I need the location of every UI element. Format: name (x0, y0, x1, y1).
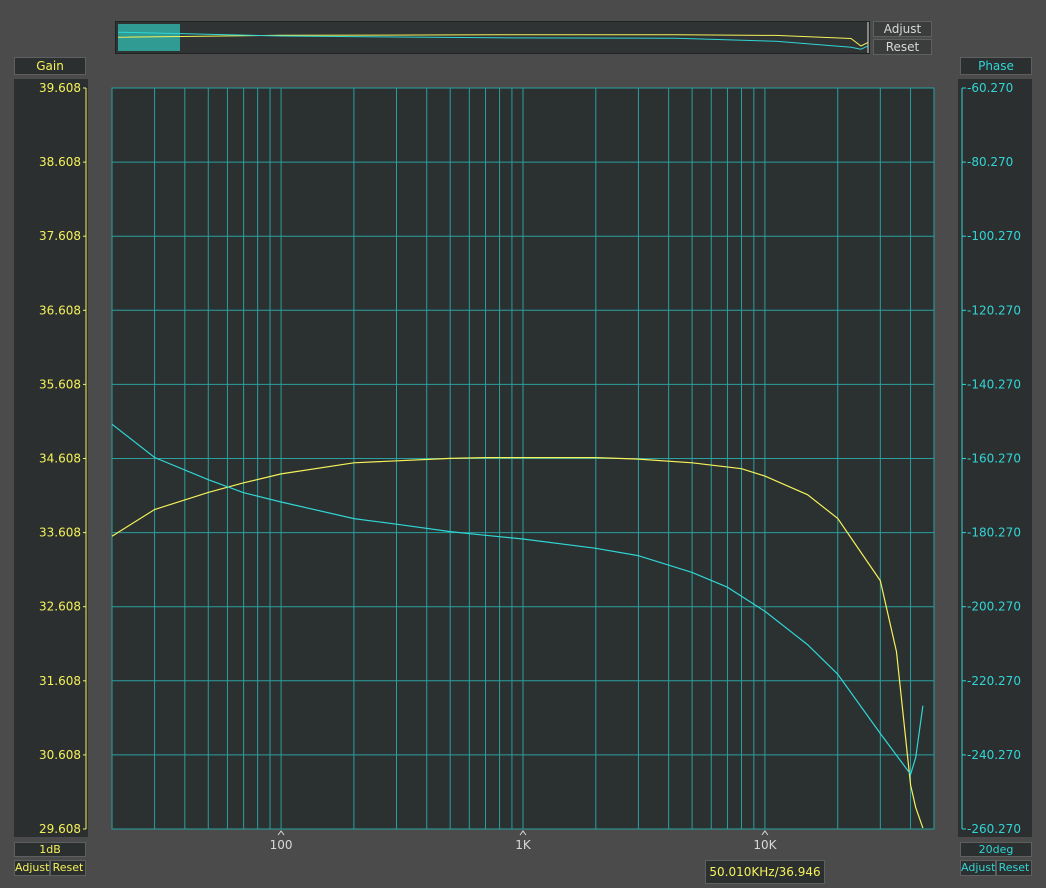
phase-tick-label: -200.270 (967, 600, 1021, 614)
gain-tick-label: 34.608 (39, 452, 81, 466)
phase-tick-label: -260.270 (967, 822, 1021, 836)
gain-tick-label: 38.608 (39, 155, 81, 169)
gain-tick-label: 31.608 (39, 674, 81, 688)
phase-tick-label: -80.270 (967, 155, 1013, 169)
gain-tick-label: 29.608 (39, 822, 81, 836)
phase-tick-label: -220.270 (967, 674, 1021, 688)
phase-tick-label: -160.270 (967, 452, 1021, 466)
phase-tick-label: -60.270 (967, 81, 1013, 95)
gain-reset-button[interactable]: Reset (50, 860, 86, 876)
gain-tick-label: 32.608 (39, 600, 81, 614)
gain-tick-label: 35.608 (39, 377, 81, 391)
x-tick-mark (761, 830, 769, 836)
phase-adjust-button[interactable]: Adjust (960, 860, 996, 876)
phase-tick-label: -100.270 (967, 229, 1021, 243)
x-tick-mark (277, 830, 285, 836)
gain-tick-label: 37.608 (39, 229, 81, 243)
x-tick-label: 10K (753, 838, 777, 852)
phase-reset-button[interactable]: Reset (996, 860, 1032, 876)
x-tick-mark (519, 830, 527, 836)
x-tick-label: 1K (515, 838, 532, 852)
x-tick-label: 100 (270, 838, 293, 852)
gain-adjust-button[interactable]: Adjust (14, 860, 50, 876)
gain-tick-label: 33.608 (39, 526, 81, 540)
gain-tick-label: 36.608 (39, 303, 81, 317)
gain-tick-label: 30.608 (39, 748, 81, 762)
phase-tick-label: -120.270 (967, 303, 1021, 317)
gain-tick-label: 39.608 (39, 81, 81, 95)
phase-tick-label: -180.270 (967, 526, 1021, 540)
cursor-readout: 50.010KHz/36.946 (705, 860, 825, 884)
phase-tick-label: -240.270 (967, 748, 1021, 762)
phase-tick-label: -140.270 (967, 377, 1021, 391)
bode-plot[interactable]: 39.608 38.608 37.608 36.608 35.608 34.608 33.6… (0, 0, 1046, 858)
